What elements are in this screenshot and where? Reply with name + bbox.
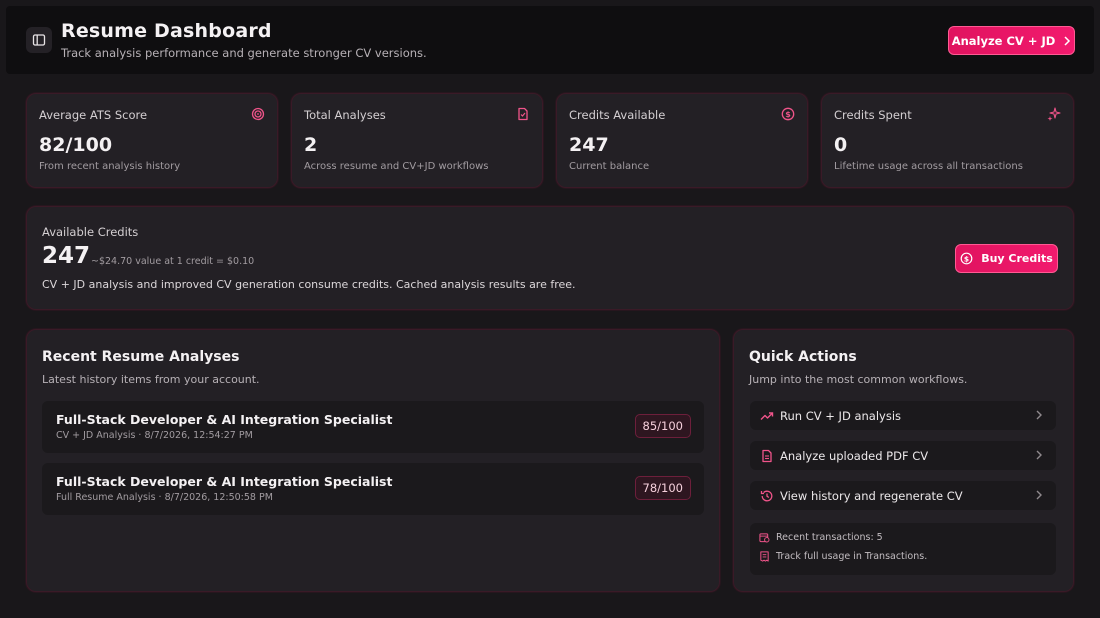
stat-sub: Lifetime usage across all transactions xyxy=(834,161,1023,172)
file-icon xyxy=(518,107,528,121)
page-subtitle: Track analysis performance and generate … xyxy=(61,46,427,60)
stat-sub: Across resume and CV+JD workflows xyxy=(304,161,489,172)
svg-text:$: $ xyxy=(964,254,969,263)
score-badge: 78/100 xyxy=(634,476,691,500)
credits-description: CV + JD analysis and improved CV generat… xyxy=(42,278,576,291)
stat-label: Credits Spent xyxy=(834,108,912,122)
buy-credits-label: Buy Credits xyxy=(981,252,1053,265)
quick-action-label: Analyze uploaded PDF CV xyxy=(780,448,929,463)
history-icon xyxy=(760,490,773,501)
stat-value: 0 xyxy=(834,134,848,156)
quick-action-run-cv-jd[interactable]: Run CV + JD analysis xyxy=(750,401,1056,430)
chevron-right-icon xyxy=(1036,450,1042,460)
analysis-item[interactable]: Full-Stack Developer & AI Integration Sp… xyxy=(42,401,704,453)
quick-action-label: View history and regenerate CV xyxy=(780,488,963,503)
score-badge: 85/100 xyxy=(634,414,691,438)
recent-analyses-subtitle: Latest history items from your account. xyxy=(42,373,260,386)
sparkles-icon xyxy=(1047,107,1061,121)
chevron-right-icon xyxy=(1036,490,1042,500)
analysis-meta: Full Resume Analysis · 8/7/2026, 12:50:5… xyxy=(56,492,273,503)
dollar-circle-icon: $ xyxy=(960,252,973,265)
quick-actions-panel: Quick Actions Jump into the most common … xyxy=(733,329,1074,592)
sidebar-toggle-icon xyxy=(32,34,46,46)
stat-card-ats-score: Average ATS Score 82/100 From recent ana… xyxy=(26,93,278,188)
buy-credits-button[interactable]: $ Buy Credits xyxy=(955,244,1058,273)
transactions-info: Recent transactions: 5 Track full usage … xyxy=(750,523,1056,575)
credits-label: Available Credits xyxy=(42,225,139,239)
analysis-title: Full-Stack Developer & AI Integration Sp… xyxy=(56,474,393,489)
stat-value: 247 xyxy=(569,134,609,156)
stat-value: 82/100 xyxy=(39,134,113,156)
quick-actions-title: Quick Actions xyxy=(749,349,857,365)
quick-actions-subtitle: Jump into the most common workflows. xyxy=(749,373,968,386)
chevron-right-icon xyxy=(1036,410,1042,420)
analysis-meta: CV + JD Analysis · 8/7/2026, 12:54:27 PM xyxy=(56,430,253,441)
analyze-button-label: Analyze CV + JD xyxy=(951,33,1056,48)
file-text-icon xyxy=(762,449,772,462)
available-credits-card: Available Credits 247 ~$24.70 value at 1… xyxy=(26,206,1074,310)
track-usage-row: Track full usage in Transactions. xyxy=(759,551,927,562)
stat-sub: From recent analysis history xyxy=(39,161,181,172)
quick-action-label: Run CV + JD analysis xyxy=(780,408,902,423)
analysis-item[interactable]: Full-Stack Developer & AI Integration Sp… xyxy=(42,463,704,515)
credits-note: ~$24.70 value at 1 credit = $0.10 xyxy=(91,256,255,267)
page-title: Resume Dashboard xyxy=(61,20,272,42)
track-usage-text: Track full usage in Transactions. xyxy=(776,551,928,562)
recent-transactions-row: Recent transactions: 5 xyxy=(759,532,883,543)
stat-label: Total Analyses xyxy=(304,108,386,122)
stat-card-total-analyses: Total Analyses 2 Across resume and CV+JD… xyxy=(291,93,543,188)
stat-label: Average ATS Score xyxy=(39,108,148,122)
stat-value: 2 xyxy=(304,134,318,156)
sidebar-toggle-button[interactable] xyxy=(26,27,52,53)
quick-action-analyze-pdf[interactable]: Analyze uploaded PDF CV xyxy=(750,441,1056,470)
dollar-circle-icon: $ xyxy=(781,107,795,121)
chevron-right-icon xyxy=(1064,35,1071,46)
recent-analyses-panel: Recent Resume Analyses Latest history it… xyxy=(26,329,720,592)
header: Resume Dashboard Track analysis performa… xyxy=(6,6,1094,74)
quick-action-view-history[interactable]: View history and regenerate CV xyxy=(750,481,1056,510)
stat-card-credits-available: Credits Available $ 247 Current balance xyxy=(556,93,808,188)
stat-label: Credits Available xyxy=(569,108,666,122)
target-icon xyxy=(251,107,265,121)
credits-value: 247 xyxy=(42,243,91,269)
svg-text:$: $ xyxy=(785,110,791,119)
receipt-icon xyxy=(760,551,769,562)
analyze-cv-jd-button[interactable]: Analyze CV + JD xyxy=(948,26,1075,55)
analysis-title: Full-Stack Developer & AI Integration Sp… xyxy=(56,412,393,427)
recent-transactions-text: Recent transactions: 5 xyxy=(776,532,883,543)
stat-sub: Current balance xyxy=(569,161,650,172)
calendar-clock-icon xyxy=(759,533,770,543)
recent-analyses-title: Recent Resume Analyses xyxy=(42,349,240,365)
trending-up-icon xyxy=(760,411,774,420)
stat-card-credits-spent: Credits Spent 0 Lifetime usage across al… xyxy=(821,93,1074,188)
